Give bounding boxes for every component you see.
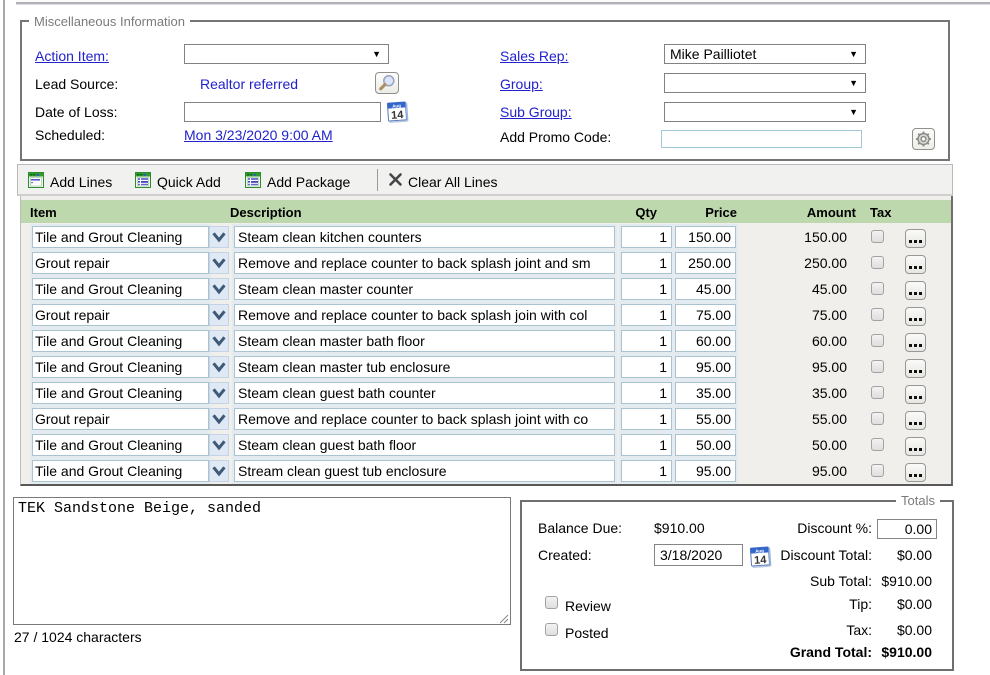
svg-text:14: 14 xyxy=(391,109,405,122)
svg-text:14: 14 xyxy=(754,554,768,567)
svg-text:Aug: Aug xyxy=(755,548,764,554)
svg-text:Aug: Aug xyxy=(392,103,401,109)
